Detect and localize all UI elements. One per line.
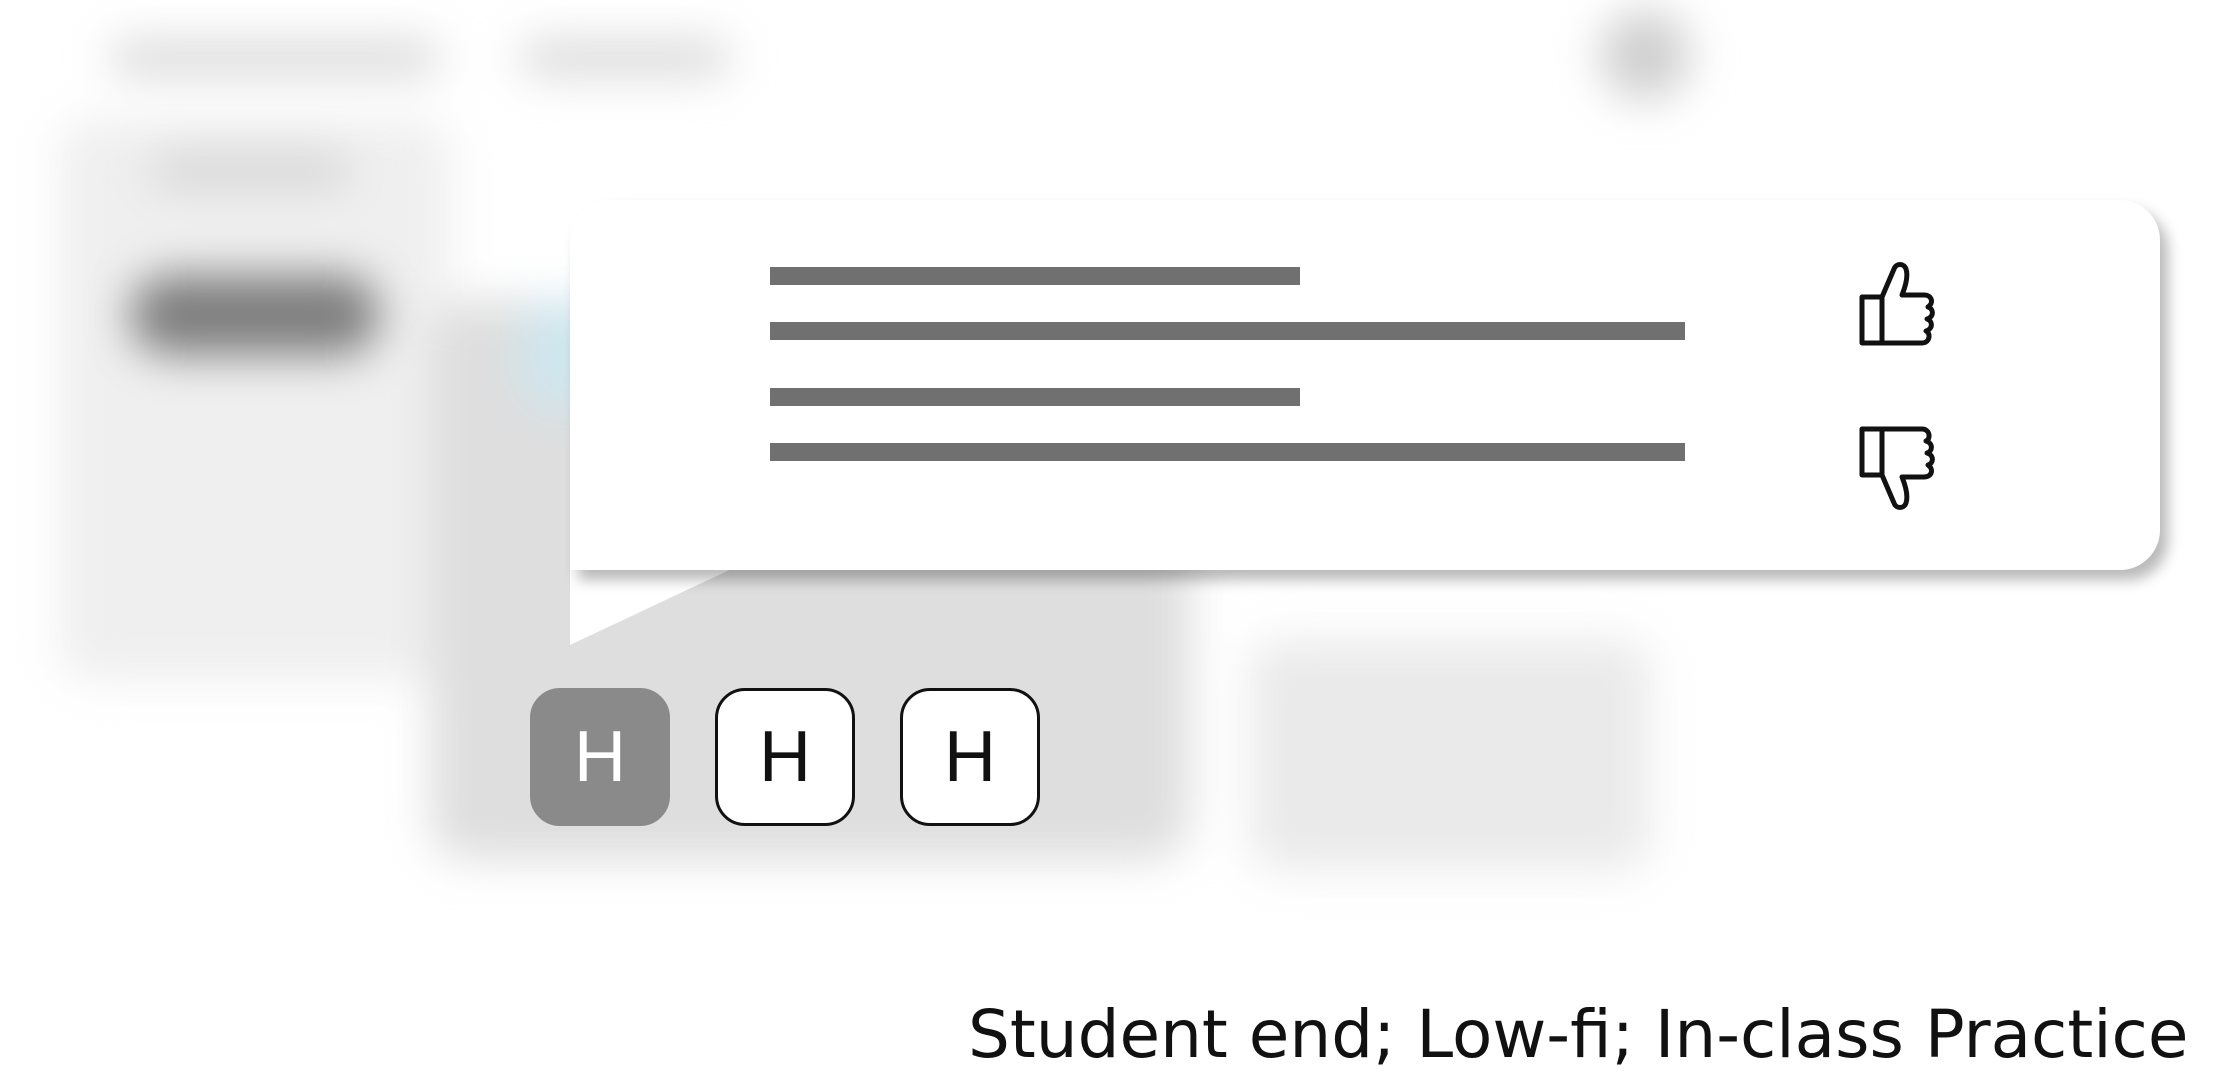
- hint-button-2[interactable]: H: [715, 688, 855, 826]
- hint-button-1[interactable]: H: [530, 688, 670, 826]
- hint-button-row: H H H: [530, 688, 1040, 826]
- text-placeholder-line: [770, 267, 1300, 285]
- text-placeholder-line: [770, 443, 1685, 461]
- thumbs-down-button[interactable]: [1840, 412, 1950, 522]
- text-placeholder-line: [770, 388, 1300, 406]
- feedback-popup: [570, 200, 2160, 570]
- speech-bubble-tail: [570, 565, 740, 645]
- hint-button-3[interactable]: H: [900, 688, 1040, 826]
- thumbs-down-icon: [1859, 426, 1935, 510]
- caption: Student end; Low-fi; In-class Practice: [968, 996, 2189, 1073]
- thumbs-up-icon: [1859, 262, 1935, 346]
- text-placeholder-line: [770, 322, 1685, 340]
- screen: H H H Student end; Low-fi; In-class Prac…: [0, 0, 2224, 1078]
- thumbs-up-button[interactable]: [1840, 250, 1950, 360]
